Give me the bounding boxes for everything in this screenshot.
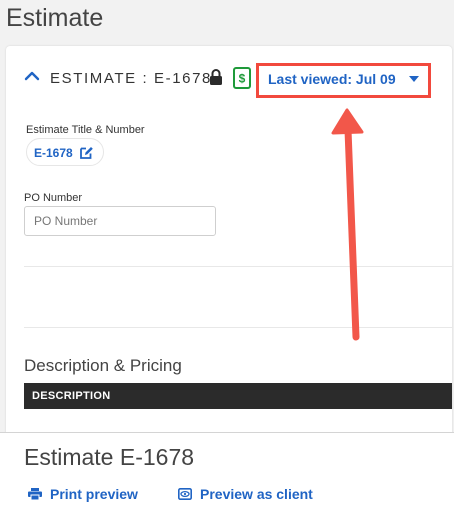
footer-title: Estimate E-1678 (24, 444, 195, 470)
title-number-value: E-1678 (34, 146, 73, 160)
highlight-box (256, 63, 431, 98)
footer-panel: Estimate E-1678 Print preview Preview as… (0, 432, 454, 518)
column-header-description: DESCRIPTION (32, 390, 111, 402)
estimate-header-label: ESTIMATE : E-1678 (50, 70, 212, 87)
dollar-bill-icon[interactable]: $ (232, 67, 252, 89)
po-number-label: PO Number (24, 192, 83, 204)
edit-icon[interactable] (79, 145, 94, 160)
description-pricing-title: Description & Pricing (24, 356, 182, 375)
divider (24, 327, 452, 328)
chevron-up-icon[interactable] (24, 68, 40, 84)
po-number-input[interactable] (24, 206, 216, 236)
title-number-chip[interactable]: E-1678 (26, 138, 104, 166)
divider (24, 266, 452, 267)
title-number-label: Estimate Title & Number (26, 124, 145, 136)
preview-as-client-link[interactable]: Preview as client (200, 486, 313, 502)
eye-icon (178, 488, 192, 500)
page-title: Estimate (6, 4, 104, 32)
estimate-card-header: ESTIMATE : E-1678 $ Last viewed: Jul 09 (6, 46, 452, 114)
lock-icon (210, 69, 222, 85)
printer-icon (28, 488, 42, 500)
pricing-table-header: DESCRIPTION (24, 383, 452, 409)
estimate-card: ESTIMATE : E-1678 $ Last viewed: Jul 09 … (6, 46, 452, 446)
print-preview-link[interactable]: Print preview (50, 486, 138, 502)
svg-text:$: $ (239, 72, 246, 86)
